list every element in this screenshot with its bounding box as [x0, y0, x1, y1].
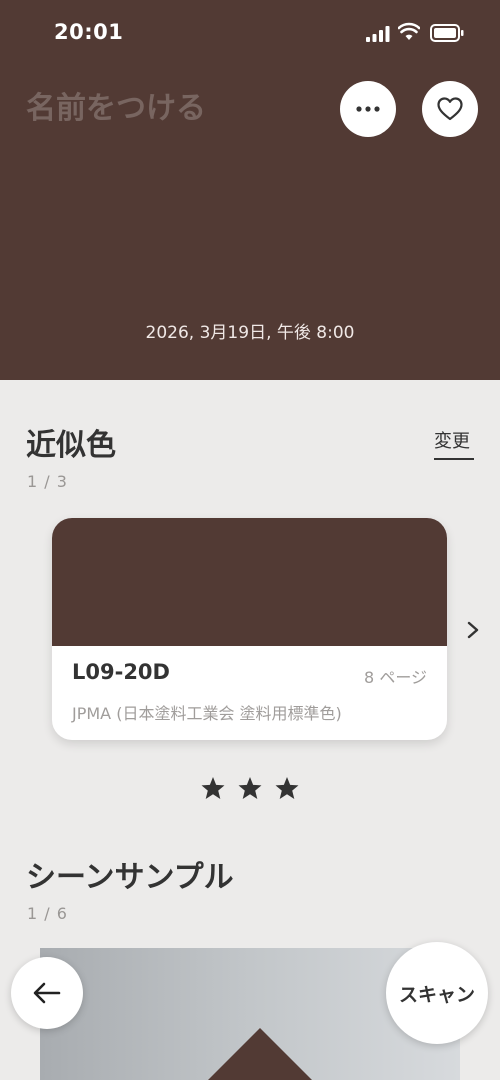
color-match-card[interactable]: L09-20D 8 ページ JPMA (日本塗料工業会 塗料用標準色) [52, 518, 447, 740]
change-underline [434, 458, 474, 460]
color-code: L09-20D [72, 660, 170, 684]
arrow-left-icon [33, 982, 61, 1004]
wifi-icon [398, 22, 420, 40]
approx-color-count: 1 / 3 [27, 472, 68, 491]
color-swatch [52, 518, 447, 646]
match-rating [0, 776, 500, 804]
change-button[interactable]: 変更 [434, 427, 474, 453]
star-icon [275, 777, 299, 799]
status-time: 20:01 [54, 20, 124, 44]
battery-icon [430, 24, 464, 42]
star-icon [201, 777, 225, 799]
signal-icon [366, 26, 390, 42]
approx-color-title: 近似色 [26, 428, 116, 463]
favorite-button[interactable] [422, 81, 478, 137]
scan-button[interactable]: スキャン [386, 942, 488, 1044]
back-button[interactable] [11, 957, 83, 1029]
capture-timestamp: 2026, 3月19日, 午後 8:00 [145, 323, 355, 343]
star-icon [238, 777, 262, 799]
scene-sample-title: シーンサンプル [26, 860, 234, 895]
scene-sample-count: 1 / 6 [27, 904, 68, 923]
color-source: JPMA (日本塗料工業会 塗料用標準色) [72, 704, 342, 723]
chevron-right-icon[interactable] [462, 618, 484, 642]
scene-roof [200, 1028, 320, 1080]
color-name-input[interactable] [26, 86, 326, 130]
more-icon [356, 106, 380, 112]
heart-icon [437, 97, 463, 121]
status-bar: 20:01 [0, 0, 500, 66]
color-page: 8 ページ [364, 668, 427, 687]
more-button[interactable] [340, 81, 396, 137]
